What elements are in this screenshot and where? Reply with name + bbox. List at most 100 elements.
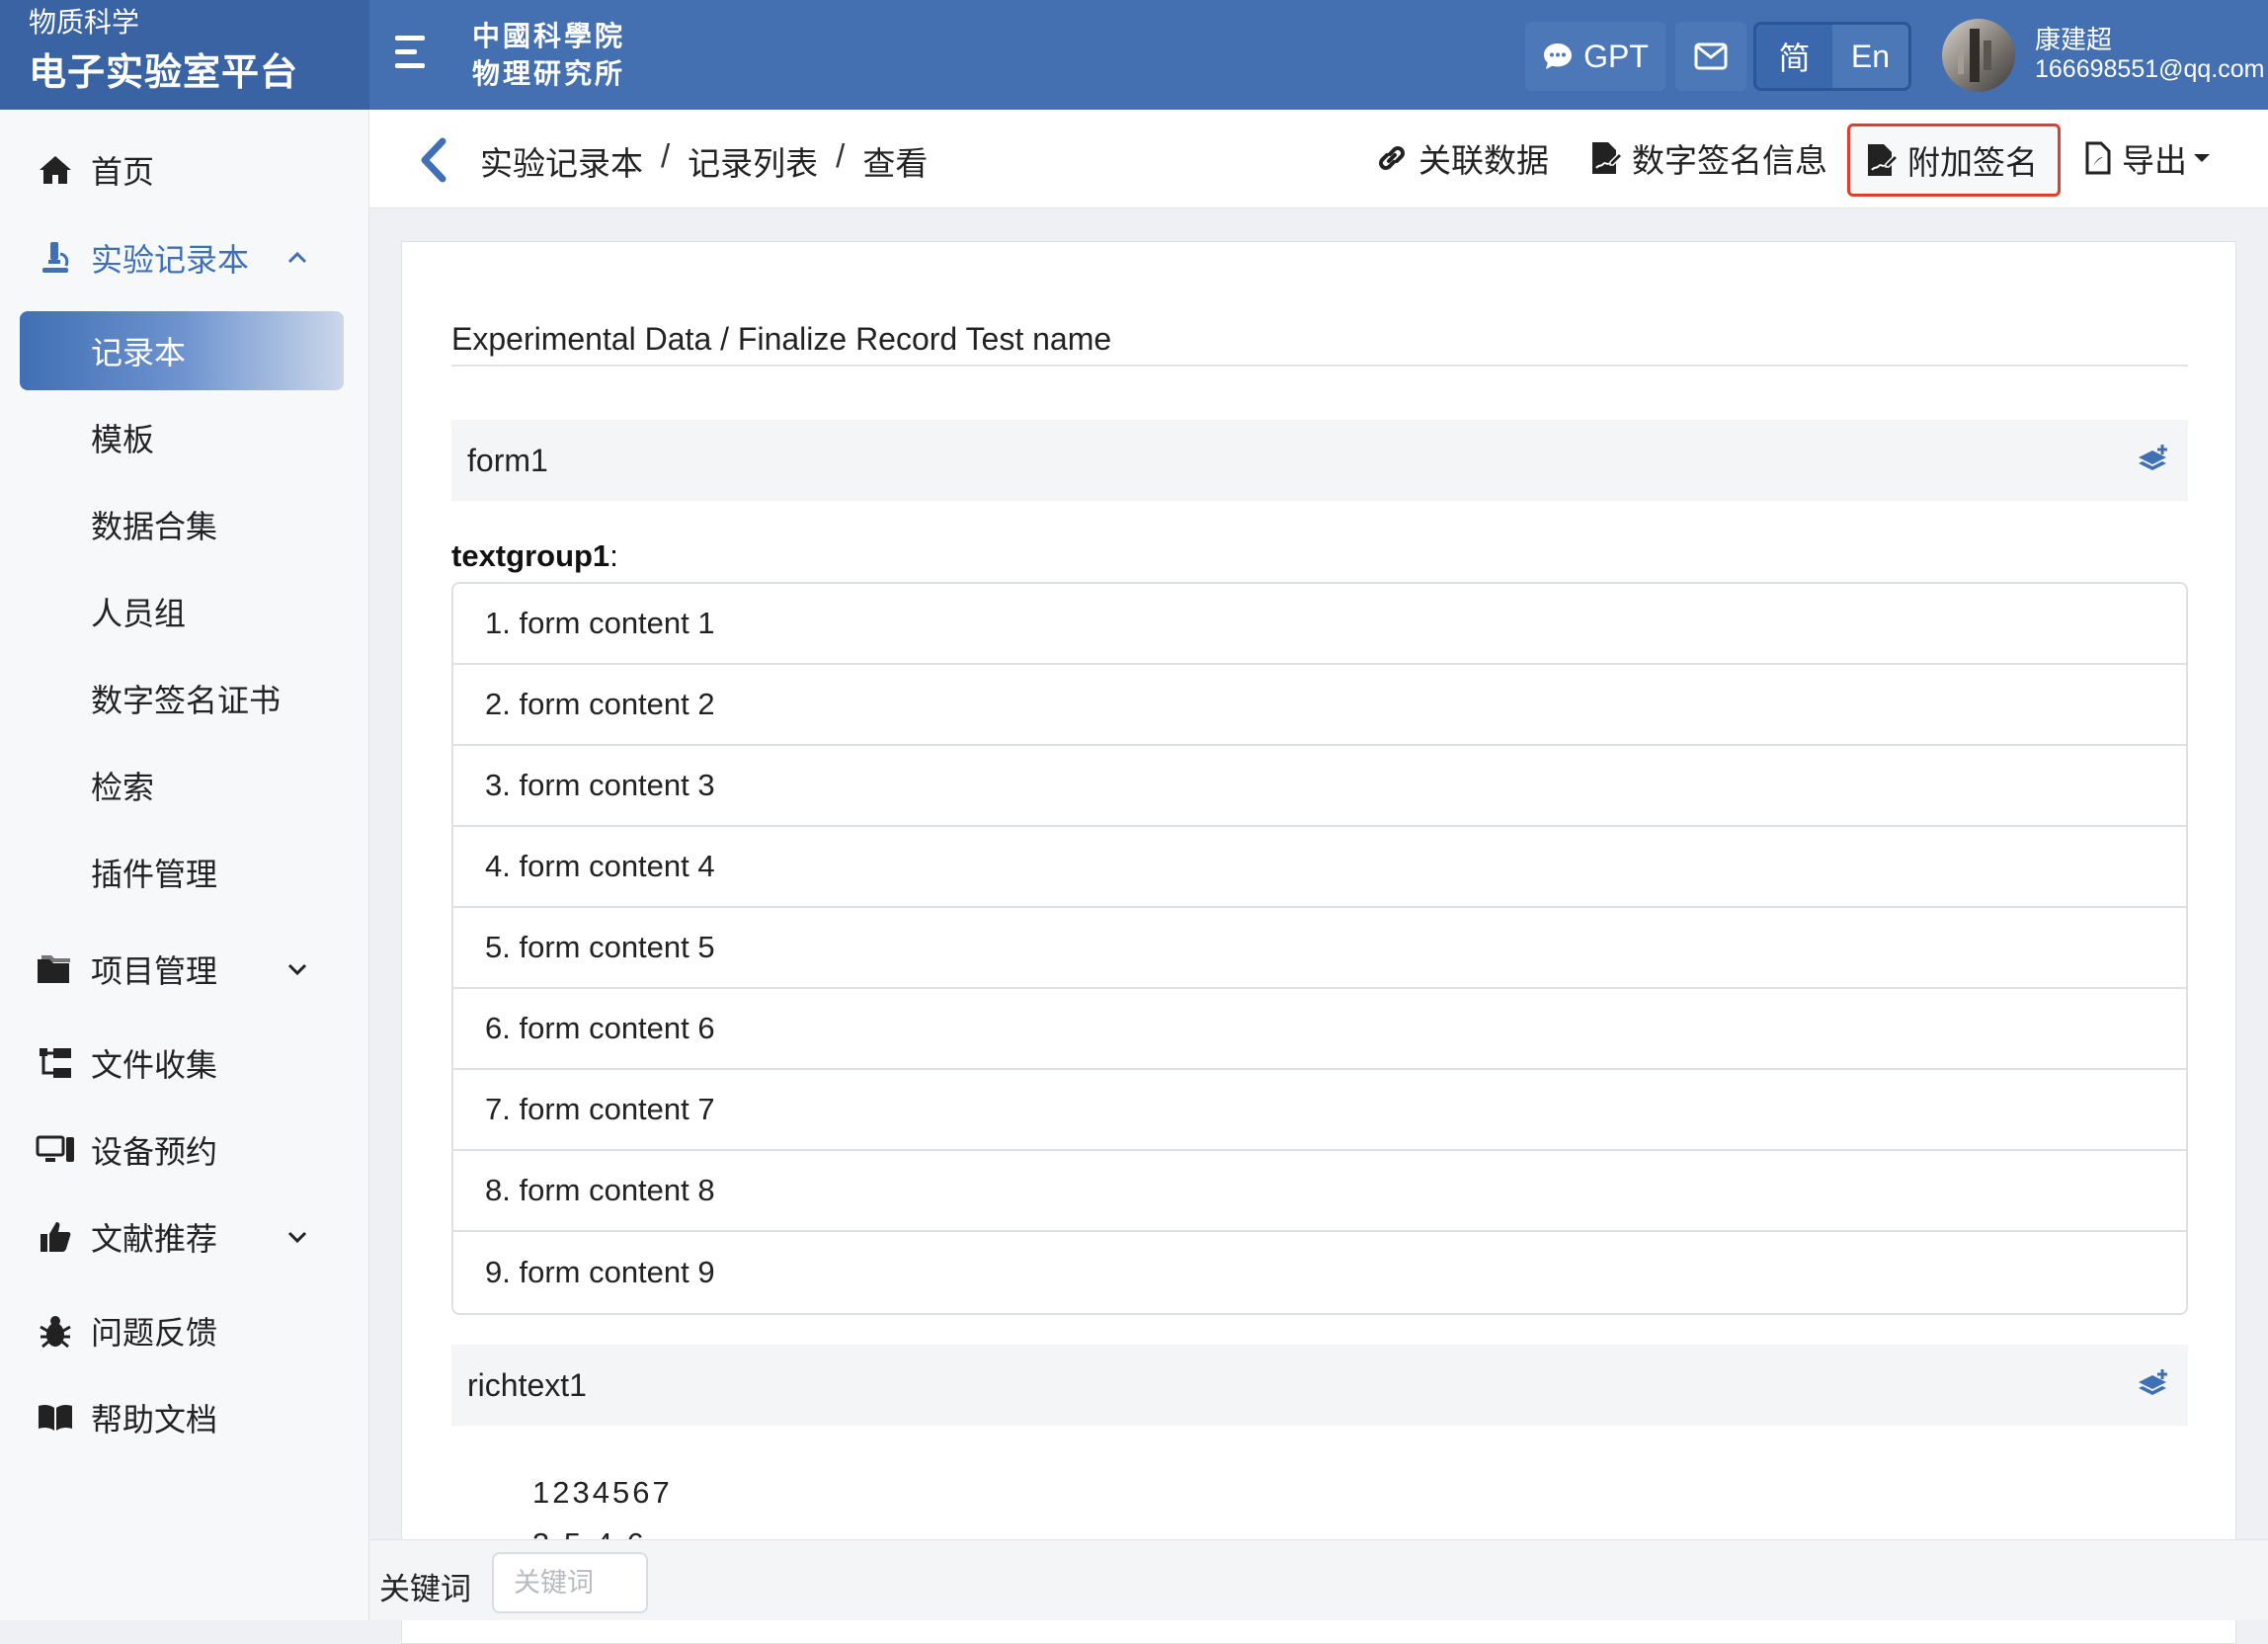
institute-name-line2: 物理研究所 xyxy=(472,57,626,90)
devices-icon xyxy=(36,1130,75,1170)
sidebar-subitem-notebooks[interactable]: 记录本 xyxy=(20,311,344,390)
keyword-search-bar: 关键词 xyxy=(369,1539,2268,1620)
text-group-name: textgroup1 xyxy=(451,538,610,573)
add-layer-icon[interactable] xyxy=(2137,1368,2170,1402)
add-layer-icon[interactable] xyxy=(2137,444,2170,477)
richtext-line: 1234567 xyxy=(532,1475,673,1510)
lang-en-button[interactable]: En xyxy=(1832,25,1908,88)
form-section-header: form1 xyxy=(451,420,2188,501)
signature-info-button[interactable]: 数字签名信息 xyxy=(1588,133,1827,183)
envelope-icon xyxy=(1694,42,1728,70)
folder-icon xyxy=(36,949,75,989)
sidebar-subitem-datasets[interactable]: 数据合集 xyxy=(20,485,344,564)
breadcrumb-view: 查看 xyxy=(862,145,929,182)
user-email: 166698551@qq.com xyxy=(2035,55,2265,83)
chevron-down-icon xyxy=(286,1230,308,1244)
bug-icon xyxy=(36,1311,75,1351)
avatar[interactable] xyxy=(1942,19,2015,92)
sidebar-item-label: 实验记录本 xyxy=(91,242,250,278)
sidebar-subitem-groups[interactable]: 人员组 xyxy=(20,572,344,651)
list-item: 4. form content 4 xyxy=(453,827,2186,908)
sidebar-subitem-search[interactable]: 检索 xyxy=(20,746,344,825)
sidebar-item-label: 首页 xyxy=(91,154,155,190)
back-chevron-icon[interactable] xyxy=(415,135,454,185)
sidebar-subitem-plugins[interactable]: 插件管理 xyxy=(20,833,344,912)
signature-doc-icon xyxy=(1588,140,1632,176)
chevron-up-icon xyxy=(286,251,308,265)
list-item: 7. form content 7 xyxy=(453,1070,2186,1151)
top-bar: 物质科学 电子实验室平台 中國科學院 物理研究所 GPT 简 En 康建超 16… xyxy=(0,0,2268,110)
breadcrumb-notebook[interactable]: 实验记录本 xyxy=(480,137,643,185)
sidebar-item-file-collection[interactable]: 文件收集 xyxy=(0,1028,369,1099)
text-group-label: textgroup1: xyxy=(451,538,618,574)
breadcrumb-record-list[interactable]: 记录列表 xyxy=(688,137,818,185)
sidebar-item-label: 文献推荐 xyxy=(91,1221,218,1257)
institute-logo: 中國科學院 物理研究所 xyxy=(472,18,625,93)
list-item: 3. form content 3 xyxy=(453,746,2186,827)
breadcrumb-separator: / xyxy=(661,137,671,174)
list-item: 9. form content 9 xyxy=(485,1255,715,1289)
file-tree-icon xyxy=(36,1043,75,1083)
sidebar-item-label: 设备预约 xyxy=(91,1134,218,1170)
sidebar-subitem-templates[interactable]: 模板 xyxy=(20,398,344,477)
list-item: 1. form content 1 xyxy=(453,584,2186,665)
link-icon xyxy=(1375,141,1418,175)
language-switch: 简 En xyxy=(1753,22,1911,91)
sidebar-item-home[interactable]: 首页 xyxy=(0,134,369,206)
link-data-label: 关联数据 xyxy=(1418,142,1549,179)
link-data-button[interactable]: 关联数据 xyxy=(1375,133,1549,183)
breadcrumb-separator: / xyxy=(836,137,846,174)
richtext-section-header: richtext1 xyxy=(451,1345,2188,1426)
sidebar-item-label: 帮助文档 xyxy=(91,1402,218,1438)
sidebar-item-device-booking[interactable]: 设备预约 xyxy=(0,1114,369,1186)
pdf-file-icon xyxy=(2084,141,2122,175)
sidebar-item-literature[interactable]: 文献推荐 xyxy=(0,1201,369,1273)
sidebar-item-help[interactable]: 帮助文档 xyxy=(0,1382,369,1453)
mail-button[interactable] xyxy=(1675,22,1746,91)
brand-subtitle: 物质科学 xyxy=(29,7,140,38)
user-name[interactable]: 康建超 xyxy=(2035,20,2112,56)
sidebar-subitem-certificates[interactable]: 数字签名证书 xyxy=(20,659,344,738)
breadcrumb-bar: 实验记录本 / 记录列表 / 查看 关联数据 数字签名信息 附加签名 导出 xyxy=(369,110,2268,208)
richtext-section-label: richtext1 xyxy=(467,1366,587,1403)
gpt-label: GPT xyxy=(1583,38,1649,74)
export-dropdown[interactable]: 导出 xyxy=(2084,133,2221,183)
sidebar-item-notebook[interactable]: 实验记录本 xyxy=(0,222,369,293)
institute-name-line1: 中國科學院 xyxy=(472,20,626,52)
keyword-label: 关键词 xyxy=(379,1572,471,1606)
list-item: 8. form content 8 xyxy=(453,1151,2186,1232)
add-signature-button[interactable]: 附加签名 xyxy=(1847,123,2061,197)
home-icon xyxy=(36,150,75,190)
record-panel: Experimental Data / Finalize Record Test… xyxy=(401,241,2236,1644)
add-signature-label: 附加签名 xyxy=(1907,144,2038,181)
main-content: 实验记录本 / 记录列表 / 查看 关联数据 数字签名信息 附加签名 导出 Ex… xyxy=(369,110,2268,1644)
record-title: Experimental Data / Finalize Record Test… xyxy=(451,321,2188,367)
text-group-colon: : xyxy=(609,538,618,573)
menu-toggle-icon[interactable] xyxy=(387,30,431,75)
sidebar: 首页 实验记录本 记录本 模板 数据合集 人员组 数字签名证书 检索 插件管理 … xyxy=(0,110,369,1620)
brand-title: 电子实验室平台 xyxy=(29,52,299,94)
book-icon xyxy=(36,1398,75,1438)
form-content-list: 1. form content 1 2. form content 2 3. f… xyxy=(451,582,2188,1315)
brand[interactable]: 物质科学 电子实验室平台 xyxy=(0,0,369,110)
microscope-icon xyxy=(36,238,75,278)
list-item: 2. form content 2 xyxy=(453,665,2186,746)
lang-zh-button[interactable]: 简 xyxy=(1756,25,1832,88)
sidebar-item-label: 问题反馈 xyxy=(91,1315,218,1351)
thumbs-up-icon xyxy=(36,1217,75,1257)
list-item: 5. form content 5 xyxy=(453,908,2186,989)
sidebar-item-label: 项目管理 xyxy=(91,953,218,989)
sidebar-item-feedback[interactable]: 问题反馈 xyxy=(0,1295,369,1366)
sidebar-item-label: 文件收集 xyxy=(91,1047,218,1083)
sidebar-item-projects[interactable]: 项目管理 xyxy=(0,934,369,1005)
signature-doc-icon xyxy=(1864,142,1907,178)
caret-down-icon xyxy=(2193,153,2221,163)
list-item: 6. form content 6 xyxy=(453,989,2186,1070)
signature-info-label: 数字签名信息 xyxy=(1632,142,1827,179)
gpt-button[interactable]: GPT xyxy=(1525,22,1665,91)
breadcrumb: 实验记录本 / 记录列表 / 查看 xyxy=(480,137,928,185)
chevron-down-icon xyxy=(286,962,308,976)
form-section-label: form1 xyxy=(467,442,548,478)
chat-bubble-icon xyxy=(1542,41,1583,71)
keyword-input[interactable] xyxy=(492,1552,648,1613)
